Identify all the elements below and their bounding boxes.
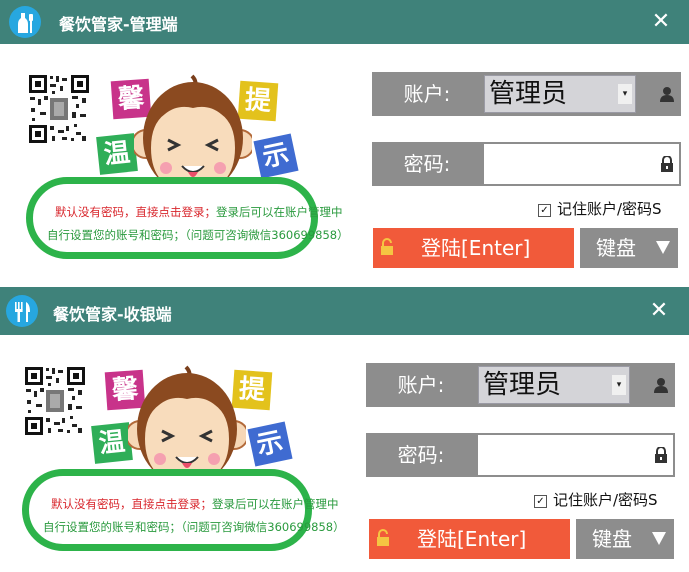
- login-button[interactable]: 登陆[Enter]: [373, 228, 574, 268]
- notice-after-login: 登录后可以在账户管理中: [212, 497, 339, 511]
- unlock-icon: [381, 238, 393, 255]
- password-input[interactable]: [478, 435, 673, 475]
- bottle-utensil-icon: [18, 13, 33, 33]
- remember-checkbox[interactable]: ✓ 记住账户/密码S: [538, 198, 662, 219]
- notice-bubble: 默认没有密码，直接点击登录；登录后可以在账户管理中 自行设置您的账号和密码；（问…: [22, 469, 345, 551]
- qr-code: [24, 366, 86, 436]
- title-bar: 餐饮管家-管理端 ✕: [0, 0, 689, 44]
- title-bar: 餐饮管家-收银端 ✕: [0, 287, 689, 335]
- password-label: 密码:: [403, 152, 451, 176]
- unlock-icon: [377, 529, 389, 546]
- account-select[interactable]: 管理员 ▾: [484, 75, 636, 113]
- user-icon: [660, 87, 674, 102]
- remember-checkbox[interactable]: ✓ 记住账户/密码S: [534, 489, 658, 510]
- keyboard-label: 键盘: [592, 527, 632, 551]
- chevron-down-icon[interactable]: ▾: [618, 84, 632, 104]
- triangle-down-icon: [652, 532, 666, 545]
- notice-line-1: 默认没有密码，直接点击登录；登录后可以在账户管理中: [51, 496, 339, 512]
- fork-knife-icon: [15, 302, 30, 322]
- cashier-login-window: 餐饮管家-收银端 ✕ 馨 温 提 示 默认没有密码，直接点击登录；登录后可以在账…: [0, 287, 689, 572]
- login-label: 登陆[Enter]: [421, 236, 531, 260]
- password-label: 密码:: [397, 443, 445, 467]
- lock-icon: [661, 156, 673, 172]
- tile-shi: 示: [247, 421, 293, 467]
- login-label: 登陆[Enter]: [417, 527, 527, 551]
- window-title: 餐饮管家-收银端: [53, 305, 172, 324]
- manager-login-window: 餐饮管家-管理端 ✕ 馨 温 提 示 默认没有密码，直接点击登录；登录后可以在账…: [0, 0, 689, 286]
- account-label: 账户:: [403, 82, 451, 106]
- password-input[interactable]: [484, 144, 679, 184]
- keyboard-label: 键盘: [596, 236, 636, 260]
- password-field: 密码:: [366, 433, 675, 477]
- close-icon[interactable]: ✕: [647, 8, 675, 36]
- notice-default-password: 默认没有密码，直接点击登录；: [51, 497, 212, 511]
- checkbox-checked-icon[interactable]: ✓: [538, 204, 551, 217]
- checkbox-checked-icon[interactable]: ✓: [534, 495, 547, 508]
- notice-line-2: 自行设置您的账号和密码；（问题可咨询微信360699858）: [47, 228, 349, 242]
- app-icon: [9, 6, 41, 38]
- notice-default-password: 默认没有密码，直接点击登录；: [55, 205, 216, 219]
- account-field: 账户: 管理员 ▾: [366, 363, 675, 407]
- notice-line-1: 默认没有密码，直接点击登录；登录后可以在账户管理中: [55, 204, 343, 220]
- tile-shi: 示: [253, 133, 299, 179]
- remember-label: 记住账户/密码S: [553, 491, 658, 509]
- qr-code: [28, 74, 90, 144]
- close-icon[interactable]: ✕: [645, 297, 673, 325]
- tile-wen: 温: [96, 133, 138, 175]
- window-title: 餐饮管家-管理端: [59, 15, 178, 34]
- keyboard-button[interactable]: 键盘: [580, 228, 678, 268]
- chevron-down-icon[interactable]: ▾: [612, 375, 626, 395]
- notice-after-login: 登录后可以在账户管理中: [216, 205, 343, 219]
- notice-line-2: 自行设置您的账号和密码；（问题可咨询微信360699858）: [43, 520, 345, 534]
- account-label: 账户:: [397, 373, 445, 397]
- remember-label: 记住账户/密码S: [557, 200, 662, 218]
- account-value: 管理员: [489, 79, 568, 109]
- lock-icon: [655, 447, 667, 463]
- triangle-down-icon: [656, 241, 670, 254]
- tile-wen: 温: [91, 422, 133, 464]
- login-button[interactable]: 登陆[Enter]: [369, 519, 570, 559]
- keyboard-button[interactable]: 键盘: [576, 519, 674, 559]
- app-icon: [6, 295, 38, 327]
- notice-bubble: 默认没有密码，直接点击登录；登录后可以在账户管理中 自行设置您的账号和密码；（问…: [26, 177, 349, 259]
- password-field: 密码:: [372, 142, 681, 186]
- account-value: 管理员: [483, 370, 562, 400]
- account-field: 账户: 管理员 ▾: [372, 72, 681, 116]
- user-icon: [654, 378, 668, 393]
- account-select[interactable]: 管理员 ▾: [478, 366, 630, 404]
